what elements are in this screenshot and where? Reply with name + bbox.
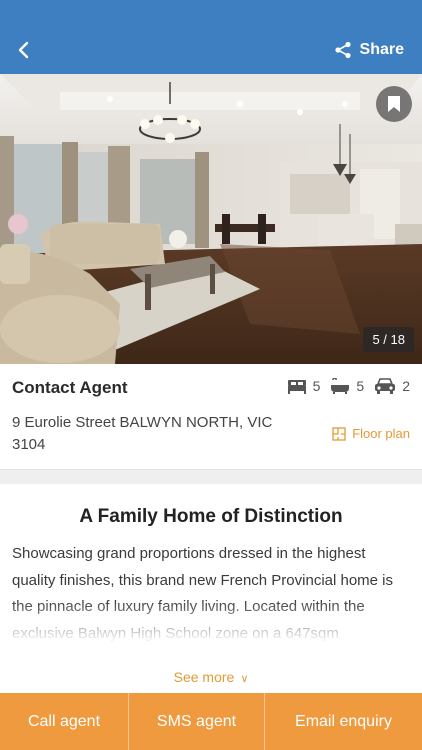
bed-icon [287, 380, 306, 394]
property-features: 5 5 2 [287, 378, 410, 394]
email-enquiry-button[interactable]: Email enquiry [264, 693, 422, 750]
section-divider [0, 470, 422, 484]
top-bar: Share [0, 0, 422, 74]
floor-plan-icon [332, 426, 346, 441]
call-agent-button[interactable]: Call agent [0, 693, 128, 750]
car-spaces-count: 2 [402, 378, 410, 394]
chevron-left-icon [18, 41, 29, 59]
contact-agent-title: Contact Agent [12, 378, 128, 397]
bath-icon [331, 378, 350, 394]
property-address: 9 Eurolie Street BALWYN NORTH, VIC 3104 [12, 414, 273, 453]
sms-agent-button[interactable]: SMS agent [128, 693, 264, 750]
bookmark-icon [388, 96, 400, 112]
bathrooms-count: 5 [356, 378, 365, 394]
share-icon [334, 41, 351, 59]
living-room-image [0, 74, 422, 364]
description-title: A Family Home of Distinction [79, 506, 343, 527]
share-button[interactable]: Share [334, 38, 404, 62]
bedrooms-count: 5 [312, 378, 321, 394]
listing-summary: Contact Agent 5 5 2 9 Eurolie Street BAL… [0, 364, 422, 470]
bookmark-button[interactable] [376, 86, 412, 122]
photo-counter: 5 / 18 [363, 327, 414, 352]
property-photo[interactable]: 5 / 18 [0, 74, 422, 364]
floor-plan-link[interactable]: Floor plan [332, 426, 410, 441]
bedrooms-feature: 5 [287, 378, 321, 394]
bathrooms-feature: 5 [330, 378, 364, 394]
see-more-button[interactable]: See more ∨ [0, 669, 422, 685]
description-fade [0, 600, 422, 666]
chevron-down-icon: ∨ [240, 673, 249, 685]
share-label: Share [359, 41, 404, 58]
see-more-label: See more [173, 669, 235, 685]
action-bar: Call agent SMS agent Email enquiry [0, 693, 422, 750]
car-icon [375, 378, 396, 394]
back-button[interactable] [12, 36, 40, 64]
car-spaces-feature: 2 [374, 378, 410, 394]
floor-plan-label: Floor plan [352, 426, 410, 441]
